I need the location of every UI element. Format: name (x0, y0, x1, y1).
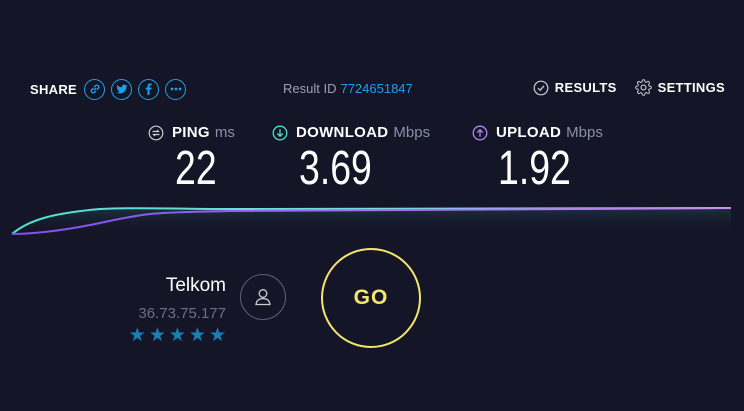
download-metric: DOWNLOAD Mbps 3.69 (272, 124, 430, 193)
results-button[interactable]: RESULTS (533, 80, 617, 96)
download-value: 3.69 (299, 142, 372, 195)
user-avatar-button[interactable] (240, 274, 286, 320)
ping-metric: PING ms 22 (148, 124, 235, 193)
share-label: SHARE (30, 81, 78, 97)
download-arrow-icon (272, 125, 288, 140)
gear-icon (634, 79, 652, 96)
star-icon[interactable]: ★ (189, 326, 206, 345)
user-icon (255, 289, 271, 306)
upload-value: 1.92 (498, 142, 571, 195)
star-icon[interactable]: ★ (209, 326, 226, 345)
star-icon[interactable]: ★ (149, 326, 166, 345)
download-unit: Mbps (393, 124, 431, 141)
speed-graph (11, 207, 732, 235)
share-more-button[interactable] (165, 78, 187, 100)
result-id: Result ID 7724651847 (283, 81, 413, 96)
ping-name: PING (172, 124, 210, 141)
ping-value: 22 (175, 142, 217, 195)
result-id-label: Result ID (283, 81, 337, 96)
download-graph-area (12, 208, 731, 235)
isp-name: Telkom (165, 275, 226, 296)
isp-rating[interactable]: ★ ★ ★ ★ ★ (126, 326, 226, 345)
upload-arrow-icon (472, 125, 488, 140)
twitter-icon (116, 84, 128, 94)
more-icon (170, 87, 181, 91)
speedtest-result-page: SHARE Result ID 7724651847 RESULTS SETTI… (0, 0, 744, 411)
ping-unit: ms (214, 124, 235, 141)
share-twitter-button[interactable] (111, 78, 133, 100)
upload-name: UPLOAD (496, 124, 562, 141)
upload-metric: UPLOAD Mbps 1.92 (472, 124, 603, 193)
ip-address: 36.73.75.177 (138, 305, 226, 322)
isp-info: Telkom 36.73.75.177 ★ ★ ★ ★ ★ (126, 275, 226, 345)
settings-button[interactable]: SETTINGS (634, 79, 725, 96)
share-bar: SHARE (30, 78, 192, 100)
go-button[interactable]: GO (321, 248, 421, 348)
results-label: RESULTS (554, 80, 617, 95)
top-nav: RESULTS SETTINGS (533, 79, 725, 96)
star-icon[interactable]: ★ (129, 326, 146, 345)
facebook-icon (145, 83, 152, 95)
ping-icon (148, 125, 164, 140)
check-circle-icon (533, 80, 549, 95)
result-id-link[interactable]: 7724651847 (340, 81, 412, 96)
star-icon[interactable]: ★ (169, 326, 186, 345)
download-name: DOWNLOAD (296, 124, 389, 141)
link-icon (90, 84, 99, 94)
share-link-button[interactable] (84, 78, 106, 100)
upload-unit: Mbps (566, 124, 603, 141)
share-facebook-button[interactable] (138, 78, 160, 100)
settings-label: SETTINGS (657, 80, 725, 95)
